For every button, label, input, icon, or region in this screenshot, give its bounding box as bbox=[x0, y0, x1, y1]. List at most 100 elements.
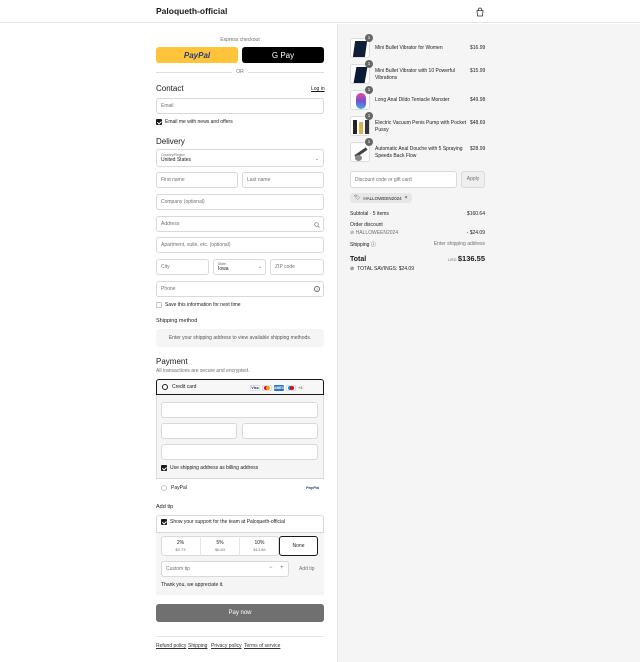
apply-button[interactable]: Apply bbox=[461, 171, 485, 188]
plus-icon[interactable]: + bbox=[280, 565, 284, 571]
privacy-policy-link[interactable]: Privacy policy bbox=[211, 643, 242, 649]
first-name-placeholder: First name bbox=[161, 177, 185, 183]
shipping-label: Shipping bbox=[350, 242, 370, 248]
amex-icon: AMEX bbox=[273, 385, 285, 391]
country-value: United States bbox=[161, 157, 192, 163]
save-info-checkbox[interactable] bbox=[156, 302, 162, 308]
country-select[interactable]: Country/Region United States ⌄ bbox=[156, 149, 324, 167]
billing-label: Use shipping address as billing address bbox=[170, 465, 259, 471]
help-icon[interactable]: ? bbox=[314, 286, 320, 292]
google-pay-button[interactable]: G Pay bbox=[242, 47, 324, 63]
address-field[interactable]: Address bbox=[156, 216, 324, 232]
address-placeholder: Address bbox=[161, 221, 180, 227]
cart-item: 1 Mini Bullet Vibrator for Women $16.99 bbox=[350, 34, 490, 60]
card-name-field[interactable] bbox=[161, 444, 318, 460]
tip-amount: $13.66 bbox=[253, 547, 266, 552]
quantity-badge: 1 bbox=[365, 112, 373, 120]
cart-item: 1 Mini Bullet Vibrator with 10 Powerful … bbox=[350, 60, 490, 86]
search-icon bbox=[314, 222, 320, 228]
order-discount-label: Order discount bbox=[350, 222, 383, 228]
paypal-logo: PayPal bbox=[183, 50, 211, 60]
credit-card-option[interactable]: Credit card Visa AMEX +4 bbox=[156, 379, 324, 395]
google-pay-logo: G Pay bbox=[271, 50, 295, 60]
apartment-placeholder: Apartment, suite, etc. (optional) bbox=[161, 242, 231, 248]
item-name: Mini Bullet Vibrator with 10 Powerful Vi… bbox=[375, 68, 455, 81]
pay-now-button[interactable]: Pay now bbox=[156, 604, 324, 622]
brand-logo[interactable]: Paloqueth-official bbox=[156, 6, 227, 16]
tip-option-10[interactable]: 10% $13.66 bbox=[239, 536, 279, 556]
savings-icon: ⊘ bbox=[350, 266, 355, 272]
delivery-title: Delivery bbox=[156, 137, 185, 146]
city-field[interactable]: City bbox=[156, 259, 209, 275]
shipping-method-message: Enter your shipping address to view avai… bbox=[156, 329, 324, 347]
billing-checkbox[interactable] bbox=[161, 465, 167, 471]
custom-tip-field[interactable]: Custom tip − + bbox=[161, 561, 289, 577]
tip-support-row[interactable]: Show your support for the team at Paloqu… bbox=[161, 519, 285, 525]
or-divider: OR bbox=[156, 69, 324, 75]
login-link[interactable]: Log in bbox=[311, 86, 325, 92]
item-name: Electric Vacuum Penis Pump with Pocket P… bbox=[375, 120, 467, 133]
tip-option-2[interactable]: 2% $2.73 bbox=[161, 536, 200, 556]
contact-title: Contact bbox=[156, 84, 184, 93]
quantity-badge: 1 bbox=[365, 34, 373, 42]
quantity-badge: 1 bbox=[365, 60, 373, 68]
phone-field[interactable]: Phone ? bbox=[156, 281, 324, 297]
express-checkout-label: Express checkout bbox=[220, 37, 260, 43]
discount-code-row: ⊘ HALLOWEEN2024- $24.09 bbox=[350, 230, 485, 236]
last-name-field[interactable]: Last name bbox=[242, 172, 324, 188]
subtotal-label: Subtotal · 5 items bbox=[350, 211, 389, 217]
news-checkbox[interactable] bbox=[156, 119, 162, 125]
last-name-placeholder: Last name bbox=[247, 177, 271, 183]
paypal-radio[interactable] bbox=[161, 484, 167, 491]
payment-subtitle: All transactions are secure and encrypte… bbox=[156, 368, 250, 374]
tip-support-checkbox[interactable] bbox=[161, 519, 167, 525]
discount-code-field[interactable]: Discount code or gift card bbox=[350, 171, 457, 188]
zip-placeholder: ZIP code bbox=[275, 264, 295, 270]
tip-pct: None bbox=[292, 543, 305, 549]
save-info-row[interactable]: Save this information for next time bbox=[156, 302, 241, 308]
tip-option-5[interactable]: 5% $6.83 bbox=[200, 536, 239, 556]
cart-item: 1 Long Anal Dildo Tentacle Monster $49.9… bbox=[350, 86, 490, 112]
paypal-option[interactable]: PayPal PayPal bbox=[156, 478, 324, 496]
add-tip-button[interactable]: Add tip bbox=[299, 566, 315, 572]
state-select[interactable]: State Iowa ⌄ bbox=[213, 259, 266, 275]
tip-pct: 2% bbox=[176, 540, 185, 546]
total-savings-row: ⊘ TOTAL SAVINGS: $24.09 bbox=[350, 266, 485, 272]
shipping-row: Shipping ⓘ Enter shipping address bbox=[350, 241, 485, 248]
email-field[interactable]: Email bbox=[156, 98, 324, 114]
company-field[interactable]: Company (optional) bbox=[156, 194, 324, 210]
info-icon[interactable]: ⓘ bbox=[371, 242, 376, 248]
news-checkbox-row[interactable]: Email me with news and offers bbox=[156, 119, 233, 125]
item-price: $16.99 bbox=[470, 45, 486, 51]
minus-icon[interactable]: − bbox=[269, 565, 273, 571]
item-price: $48.69 bbox=[470, 120, 486, 126]
credit-card-radio[interactable] bbox=[162, 384, 168, 390]
zip-field[interactable]: ZIP code bbox=[270, 259, 324, 275]
card-expiry-field[interactable] bbox=[161, 423, 237, 439]
terms-link[interactable]: Terms of service bbox=[244, 643, 280, 649]
shipping-link[interactable]: Shipping bbox=[188, 643, 207, 649]
tag-icon: 🏷 bbox=[354, 195, 361, 201]
card-cvv-field[interactable] bbox=[242, 423, 318, 439]
company-placeholder: Company (optional) bbox=[161, 199, 205, 205]
billing-checkbox-row[interactable]: Use shipping address as billing address bbox=[161, 465, 258, 471]
first-name-field[interactable]: First name bbox=[156, 172, 238, 188]
tip-option-none[interactable]: None bbox=[279, 536, 318, 556]
shopping-bag-icon[interactable] bbox=[475, 7, 485, 17]
paypal-express-button[interactable]: PayPal bbox=[156, 47, 238, 63]
item-name: Automatic Anal Douche with 5 Spraying Sp… bbox=[375, 146, 463, 159]
refund-policy-link[interactable]: Refund policy bbox=[156, 643, 186, 649]
close-icon[interactable]: × bbox=[405, 195, 408, 201]
currency-label: USD bbox=[448, 257, 457, 262]
apartment-field[interactable]: Apartment, suite, etc. (optional) bbox=[156, 237, 324, 253]
phone-placeholder: Phone bbox=[161, 286, 176, 292]
visa-icon: Visa bbox=[250, 385, 260, 391]
news-label: Email me with news and offers bbox=[165, 119, 233, 125]
total-row: Total USD $136.55 bbox=[350, 254, 485, 263]
card-number-field[interactable] bbox=[161, 402, 318, 418]
tip-pct: 5% bbox=[216, 540, 224, 546]
mastercard-icon bbox=[262, 385, 272, 391]
discount-code-label: HALLOWEEN2024 bbox=[355, 230, 399, 236]
discount-tag: 🏷 HALLOWEEN2024 × bbox=[350, 193, 412, 203]
total-value: $136.55 bbox=[457, 254, 485, 263]
